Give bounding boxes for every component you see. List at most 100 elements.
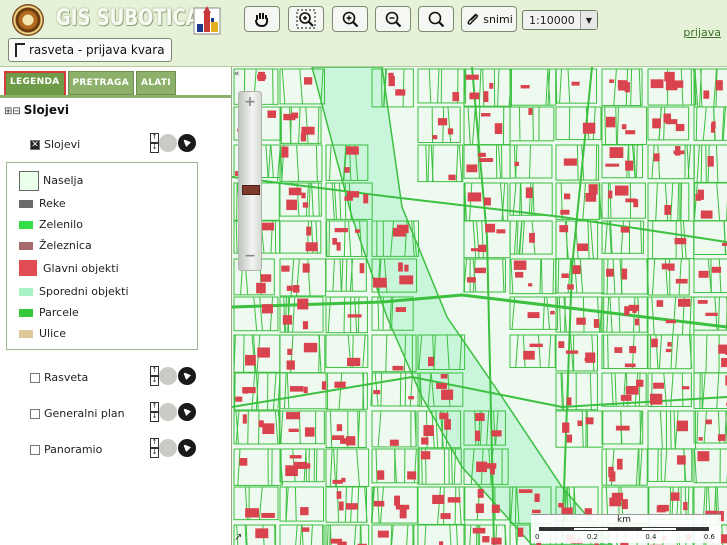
zoom-plus-icon[interactable]: + bbox=[243, 95, 257, 110]
parcel-line bbox=[357, 410, 359, 448]
layer-order-arrows[interactable]: ↑ ↓ bbox=[150, 402, 159, 422]
pan-button[interactable] bbox=[244, 6, 280, 32]
map-building bbox=[565, 350, 579, 354]
map-building bbox=[302, 263, 310, 273]
layer-info-icon[interactable] bbox=[159, 367, 177, 385]
collapse-sidebar-icon[interactable]: « bbox=[234, 69, 240, 79]
map-building bbox=[321, 381, 327, 390]
parcel-line bbox=[677, 182, 680, 221]
map-building bbox=[432, 135, 438, 140]
layer-transparency-icon[interactable] bbox=[178, 439, 196, 457]
layers-tree-root-label: Slojevi bbox=[23, 103, 69, 117]
map-building bbox=[576, 317, 586, 325]
map-building bbox=[621, 124, 627, 130]
chevron-down-icon[interactable]: ▼ bbox=[580, 11, 597, 29]
arrow-down-icon[interactable]: ↓ bbox=[150, 376, 159, 386]
tab-pretraga[interactable]: PRETRAGA bbox=[67, 71, 134, 95]
zoom-box-button[interactable] bbox=[288, 6, 324, 32]
parcel-line bbox=[447, 106, 452, 143]
layer-order-arrows[interactable]: ↑ ↓ bbox=[150, 366, 159, 386]
parcel-line bbox=[455, 524, 458, 545]
parcel-line bbox=[425, 144, 428, 182]
map-building bbox=[305, 242, 318, 252]
parcel-line bbox=[557, 258, 560, 294]
legend-label: Naselja bbox=[43, 174, 84, 187]
parcel-line bbox=[513, 144, 517, 179]
layer-info-icon[interactable] bbox=[159, 134, 177, 152]
sidebar: LEGENDA PRETRAGA ALATI ⊞⊟ Slojevi ✕ Sloje… bbox=[0, 67, 232, 545]
map-building bbox=[421, 437, 429, 445]
parcel-line bbox=[521, 220, 525, 255]
parcel-line bbox=[481, 220, 484, 258]
map-building bbox=[373, 390, 381, 395]
layer-transparency-icon[interactable] bbox=[178, 134, 196, 152]
map-building bbox=[491, 537, 502, 545]
map-building bbox=[257, 347, 270, 358]
scale-select[interactable]: 1:10000 ▼ bbox=[522, 10, 598, 30]
layer-transparency-icon[interactable] bbox=[178, 403, 196, 421]
zoom-minus-icon[interactable]: − bbox=[243, 249, 257, 264]
map-building bbox=[373, 500, 385, 507]
parcel-line bbox=[265, 144, 269, 178]
map-building bbox=[558, 502, 564, 508]
login-link[interactable]: prijava bbox=[683, 26, 721, 39]
map-building bbox=[281, 146, 289, 158]
map-building bbox=[301, 192, 306, 199]
layer-checkbox[interactable] bbox=[30, 373, 40, 383]
parcel-line bbox=[284, 372, 287, 409]
arrow-up-icon[interactable]: ↑ bbox=[150, 438, 159, 448]
arrow-down-icon[interactable]: ↓ bbox=[150, 143, 159, 153]
map-building bbox=[408, 396, 414, 400]
map-building bbox=[439, 412, 449, 420]
tab-legenda[interactable]: LEGENDA bbox=[4, 71, 66, 97]
expand-collapse-icon[interactable]: ⊞⊟ bbox=[4, 106, 21, 117]
parcel-line bbox=[669, 410, 672, 449]
layer-transparency-icon[interactable] bbox=[178, 367, 196, 385]
map-building bbox=[650, 393, 663, 405]
layers-tree-root[interactable]: ⊞⊟ Slojevi bbox=[4, 103, 69, 117]
parcel-line bbox=[673, 410, 676, 449]
parcel-line bbox=[670, 372, 674, 407]
zoom-slider-handle[interactable] bbox=[242, 185, 260, 195]
zoom-in-button[interactable] bbox=[332, 6, 368, 32]
legend-box: Naselja Reke Zelenilo Železnica Glavni o… bbox=[6, 162, 198, 350]
parcel-line bbox=[478, 68, 482, 107]
layer-checkbox[interactable]: ✕ bbox=[30, 140, 40, 150]
layer-info-icon[interactable] bbox=[159, 439, 177, 457]
snimi-button[interactable]: snimi bbox=[461, 6, 517, 32]
arrow-up-icon[interactable]: ↑ bbox=[150, 133, 159, 143]
parcel-line bbox=[298, 106, 301, 144]
resize-corner-icon[interactable]: ↗ bbox=[234, 532, 242, 543]
parcel-line bbox=[589, 372, 592, 410]
zoom-slider[interactable]: + − bbox=[238, 91, 262, 271]
map-canvas[interactable]: « + − km 0 0.2 0.4 0.6 ↗ bbox=[232, 67, 727, 545]
map-building bbox=[656, 300, 664, 307]
tab-alati[interactable]: ALATI bbox=[135, 71, 176, 95]
report-fault-button[interactable]: rasveta - prijava kvara bbox=[8, 38, 172, 62]
parcel-line bbox=[315, 144, 318, 182]
map-building bbox=[628, 304, 640, 312]
arrow-down-icon[interactable]: ↓ bbox=[150, 448, 159, 458]
arrow-up-icon[interactable]: ↑ bbox=[150, 366, 159, 376]
map-building bbox=[676, 420, 688, 432]
map-building bbox=[609, 79, 615, 83]
layer-info-icon[interactable] bbox=[159, 403, 177, 421]
layer-name: Panoramio bbox=[44, 443, 103, 456]
layer-order-arrows[interactable]: ↑ ↓ bbox=[150, 133, 159, 153]
layer-checkbox[interactable] bbox=[30, 445, 40, 455]
map-building bbox=[301, 527, 310, 532]
legend-swatch bbox=[19, 242, 33, 250]
map-building bbox=[388, 72, 394, 78]
legend-swatch bbox=[19, 200, 33, 208]
zoom-out-button[interactable] bbox=[375, 6, 411, 32]
map-layer[interactable] bbox=[232, 67, 727, 545]
arrow-up-icon[interactable]: ↑ bbox=[150, 402, 159, 412]
parcel-line bbox=[329, 448, 333, 487]
layer-order-arrows[interactable]: ↑ ↓ bbox=[150, 438, 159, 458]
map-building bbox=[260, 274, 272, 282]
layer-checkbox[interactable] bbox=[30, 409, 40, 419]
map-building bbox=[513, 260, 527, 270]
zoom-extent-button[interactable] bbox=[418, 6, 454, 32]
map-building bbox=[235, 396, 243, 402]
arrow-down-icon[interactable]: ↓ bbox=[150, 412, 159, 422]
